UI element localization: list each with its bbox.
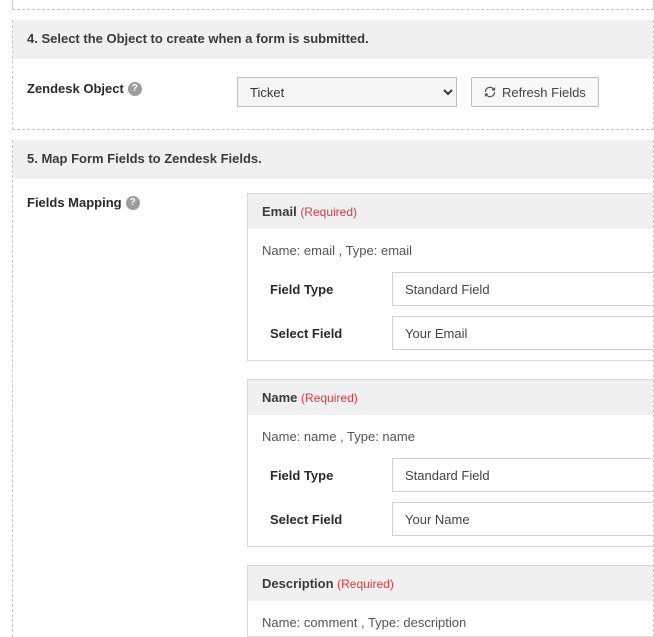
refresh-icon (484, 86, 496, 98)
card-meta: Name: comment , Type: description (248, 601, 653, 636)
fields-mapping-label-text: Fields Mapping (27, 195, 122, 210)
refresh-fields-label: Refresh Fields (502, 85, 586, 100)
section5-header: 5. Map Form Fields to Zendesk Fields. (13, 140, 653, 179)
previous-panel-edge (12, 0, 654, 10)
required-badge: (Required) (337, 577, 394, 591)
required-badge: (Required) (300, 205, 357, 219)
select-field-input[interactable] (392, 316, 653, 350)
zendesk-object-label-text: Zendesk Object (27, 81, 124, 96)
section-object-select: 4. Select the Object to create when a fo… (12, 20, 654, 130)
select-field-label: Select Field (262, 326, 392, 341)
field-type-input[interactable] (392, 458, 653, 492)
section4-header: 4. Select the Object to create when a fo… (13, 20, 653, 59)
mapping-card-name: Name (Required) Name: name , Type: name … (247, 379, 653, 547)
fields-mapping-label: Fields Mapping ? (27, 193, 237, 210)
card-header: Name (Required) (248, 380, 653, 415)
mapping-card-email: Email (Required) Name: email , Type: ema… (247, 193, 653, 361)
help-icon[interactable]: ? (128, 82, 142, 96)
field-type-input[interactable] (392, 272, 653, 306)
refresh-fields-button[interactable]: Refresh Fields (471, 77, 599, 107)
card-header: Description (Required) (248, 566, 653, 601)
required-badge: (Required) (301, 391, 358, 405)
card-title: Email (262, 204, 297, 219)
zendesk-object-label: Zendesk Object ? (27, 77, 227, 96)
select-field-input[interactable] (392, 502, 653, 536)
zendesk-object-select[interactable]: Ticket (237, 77, 457, 107)
card-title: Description (262, 576, 334, 591)
card-title: Name (262, 390, 297, 405)
card-meta: Name: name , Type: name (248, 415, 653, 458)
mapping-card-description: Description (Required) Name: comment , T… (247, 565, 653, 637)
help-icon[interactable]: ? (126, 196, 140, 210)
select-field-label: Select Field (262, 512, 392, 527)
field-type-label: Field Type (262, 468, 392, 483)
field-type-label: Field Type (262, 282, 392, 297)
card-meta: Name: email , Type: email (248, 229, 653, 272)
card-header: Email (Required) (248, 194, 653, 229)
section-field-mapping: 5. Map Form Fields to Zendesk Fields. Fi… (12, 140, 654, 637)
